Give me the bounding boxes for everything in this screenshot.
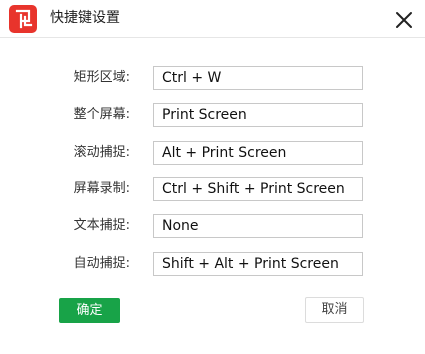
shortcut-field-auto-capture[interactable]: Shift + Alt + Print Screen (153, 252, 363, 276)
confirm-button[interactable]: 确定 (59, 298, 120, 323)
shortcut-label-full-screen: 整个屏幕: (73, 107, 130, 122)
shortcut-label-scroll-capture: 滚动捕捉: (73, 145, 130, 160)
dialog-title: 快捷键设置 (50, 10, 120, 26)
shortcut-label-screen-record: 屏幕录制: (73, 181, 130, 196)
shortcut-field-full-screen[interactable]: Print Screen (153, 103, 363, 127)
shortcut-label-rect-region: 矩形区域: (73, 70, 130, 85)
cancel-button[interactable]: 取消 (305, 297, 364, 323)
shortcut-field-scroll-capture[interactable]: Alt + Print Screen (153, 141, 363, 165)
shortcut-settings-dialog: 快捷键设置 矩形区域: Ctrl + W 整个屏幕: Print Screen … (0, 0, 425, 354)
shortcut-label-auto-capture: 自动捕捉: (73, 256, 130, 271)
title-bar: 快捷键设置 (0, 0, 425, 38)
close-icon[interactable] (390, 6, 418, 34)
shortcut-field-text-capture[interactable]: None (153, 214, 363, 238)
shortcut-field-screen-record[interactable]: Ctrl + Shift + Print Screen (153, 177, 363, 201)
shortcut-field-rect-region[interactable]: Ctrl + W (153, 66, 363, 90)
shortcut-label-text-capture: 文本捕捉: (73, 218, 130, 233)
app-logo-icon (9, 5, 37, 33)
